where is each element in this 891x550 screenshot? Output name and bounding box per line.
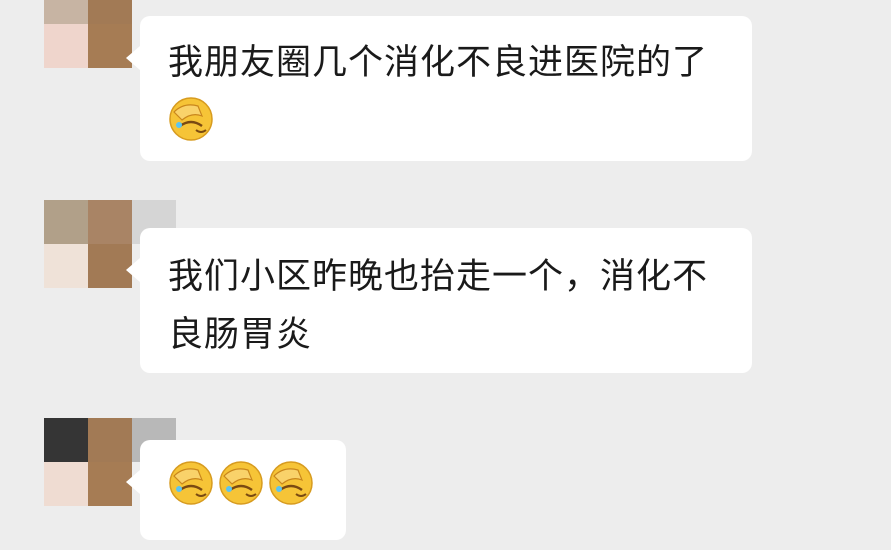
facepalm-emoji-icon — [219, 461, 263, 505]
message-bubble[interactable]: 我朋友圈几个消化不良进医院的了 — [126, 16, 752, 161]
message-row-2: 我们小区昨晚也抬走一个，消化不 良肠胃炎 — [0, 200, 891, 380]
facepalm-emoji-icon — [169, 461, 213, 505]
message-row-3 — [0, 418, 891, 550]
message-bubble[interactable]: 我们小区昨晚也抬走一个，消化不 良肠胃炎 — [126, 228, 752, 373]
message-bubble[interactable] — [126, 440, 346, 540]
message-text: 我们小区昨晚也抬走一个，消化不 良肠胃炎 — [168, 257, 709, 355]
message-text: 我朋友圈几个消化不良进医院的了 — [168, 43, 709, 83]
facepalm-emoji-icon — [269, 461, 313, 505]
message-row-1: 我朋友圈几个消化不良进医院的了 — [0, 0, 891, 161]
facepalm-emoji-icon — [169, 97, 213, 141]
